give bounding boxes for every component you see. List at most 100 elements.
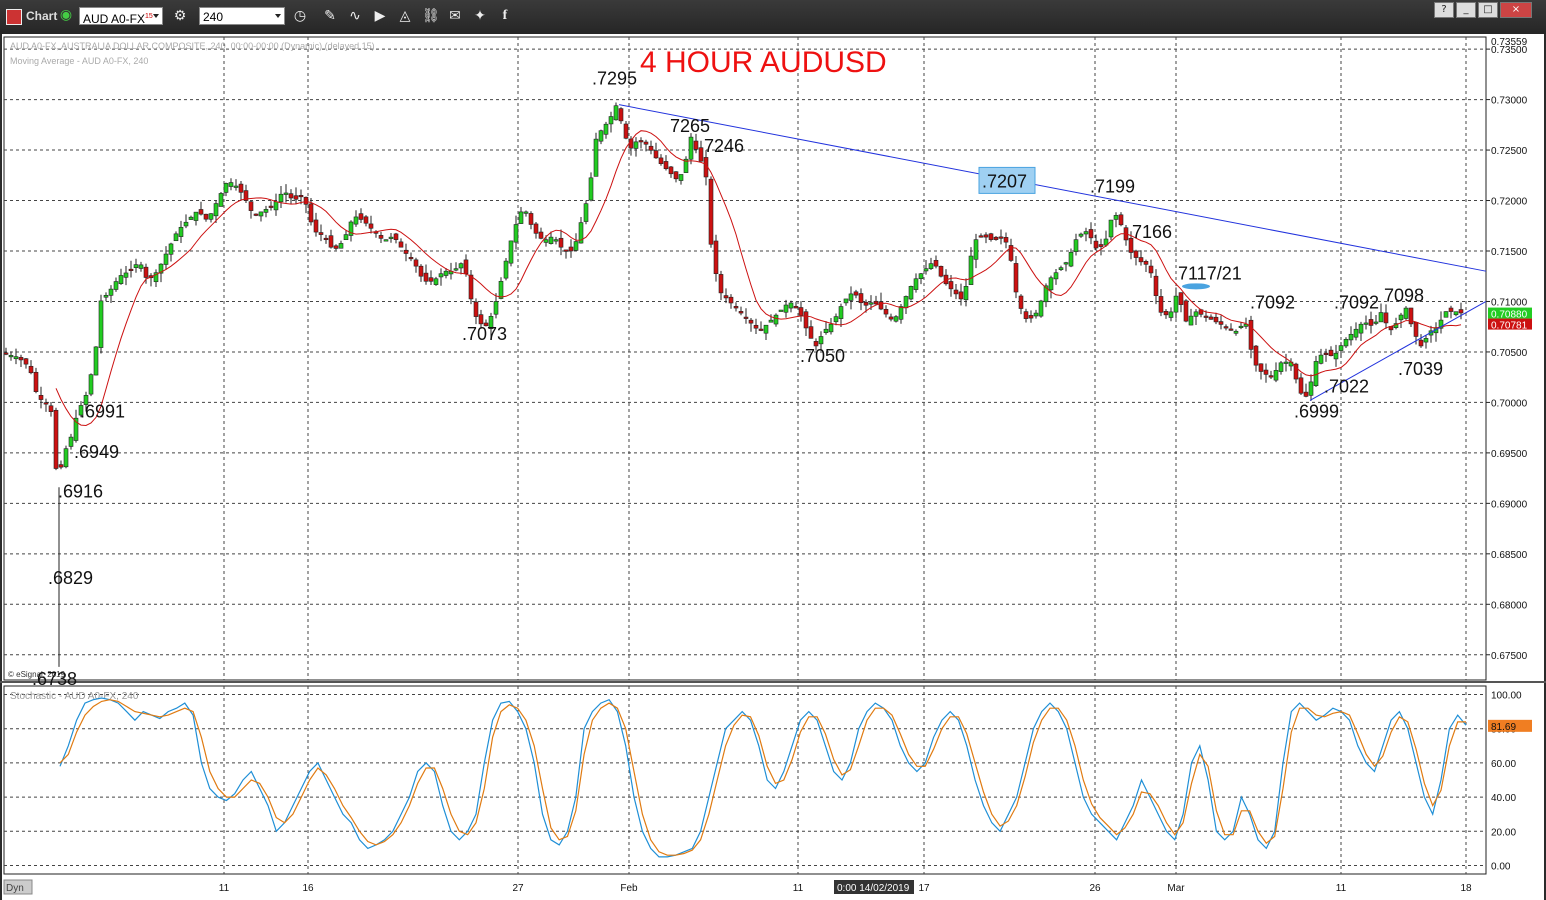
candle-body <box>88 374 94 395</box>
candle-body <box>178 226 184 237</box>
candle-body <box>1413 321 1419 337</box>
candle-body <box>808 326 814 339</box>
candle-body <box>858 293 864 304</box>
candle-body <box>563 249 569 252</box>
candle-body <box>933 260 939 267</box>
candle-body <box>748 319 754 324</box>
price-annotation: .7295 <box>592 68 637 88</box>
dyn-label: Dyn <box>6 883 24 894</box>
candle-body <box>3 352 9 355</box>
candle-body <box>123 272 129 278</box>
candle-body <box>528 213 534 225</box>
candle-body <box>733 305 739 309</box>
candle-body <box>978 235 984 238</box>
candle-body <box>638 140 644 143</box>
stoch-y-tick-label: 100.00 <box>1491 691 1522 702</box>
candle-body <box>408 257 414 260</box>
candle-body <box>918 273 924 279</box>
candle-body <box>1173 295 1179 313</box>
candle-body <box>1398 314 1404 321</box>
candle-body <box>1058 267 1064 270</box>
candle-body <box>548 236 554 244</box>
candle-body <box>973 239 979 260</box>
candle-body <box>718 274 724 294</box>
candle-body <box>783 304 789 313</box>
candle-body <box>873 300 879 305</box>
candle-body <box>238 183 244 193</box>
y-tick-label: 0.72500 <box>1491 146 1528 157</box>
chart-svg[interactable]: 11 16 27 Feb 11 17 26 Mar 11 18 0.67500 0.68000 0.68… <box>0 0 1546 900</box>
candle-body <box>518 211 524 224</box>
candle-body <box>1163 311 1169 316</box>
legend-line-1: AUD A0-FX, AUSTRALIA DOLLAR COMPOSITE, 2… <box>10 41 375 51</box>
candle-body <box>413 259 419 267</box>
candle-body <box>298 195 304 198</box>
crosshair-date-label: 0:00 14/02/2019 <box>837 883 910 894</box>
candle-body <box>768 319 774 323</box>
price-annotation: .7050 <box>800 346 845 366</box>
y-tick-label: 0.71500 <box>1491 247 1528 258</box>
x-tick-label: 11 <box>1336 883 1347 894</box>
price-annotation: .7199 <box>1090 176 1135 196</box>
candle-body <box>593 138 599 177</box>
candle-body <box>893 316 899 322</box>
candle-body <box>658 157 664 164</box>
candle-body <box>268 205 274 208</box>
price-annotation: .7022 <box>1324 376 1369 396</box>
candle-body <box>1248 319 1254 350</box>
x-tick-label: 26 <box>1089 883 1101 894</box>
candle-body <box>378 235 384 239</box>
candle-body <box>323 237 329 241</box>
stochastic-title: Stochastic - AUD A0-FX, 240 <box>10 691 139 702</box>
candle-body <box>983 234 989 238</box>
candle-body <box>633 141 639 149</box>
price-annotation: .7039 <box>1398 359 1443 379</box>
candle-body <box>18 357 24 361</box>
candle-body <box>1283 361 1289 364</box>
candle-body <box>273 201 279 211</box>
candle-body <box>63 448 69 468</box>
candle-body <box>583 203 589 222</box>
y-tick-label: 0.69000 <box>1491 499 1528 510</box>
candle-body <box>133 264 139 268</box>
candle-body <box>463 259 469 275</box>
candle-body <box>193 211 199 221</box>
candle-body <box>863 301 869 306</box>
x-tick-label: Mar <box>1167 883 1185 894</box>
candle-body <box>688 136 694 160</box>
candle-body <box>1183 300 1189 322</box>
candle-body <box>523 211 529 214</box>
candle-body <box>33 371 39 392</box>
candle-body <box>998 236 1004 239</box>
candle-body <box>443 270 449 276</box>
candle-body <box>878 301 884 310</box>
candle-body <box>1023 311 1029 319</box>
price-annotation: 7246 <box>704 136 744 156</box>
candle-body <box>613 105 619 121</box>
candle-body <box>318 232 324 235</box>
candle-body <box>953 289 959 295</box>
candle-body <box>898 306 904 320</box>
candle-body <box>313 219 319 233</box>
candle-body <box>1233 330 1239 334</box>
candle-body <box>588 177 594 201</box>
stoch-value-label: 81.69 <box>1491 722 1516 733</box>
candle-body <box>1273 370 1279 381</box>
candle-body <box>1143 261 1149 265</box>
candle-body <box>728 296 734 304</box>
price-panel <box>3 36 1487 681</box>
candle-body <box>308 203 314 223</box>
candle-body <box>1403 307 1409 319</box>
candle-body <box>1228 328 1234 331</box>
candle-body <box>503 260 509 279</box>
candle-body <box>838 306 844 319</box>
candle-body <box>1193 311 1199 317</box>
candle-body <box>218 193 224 207</box>
candle-body <box>1033 312 1039 317</box>
candle-body <box>653 150 659 159</box>
candle-body <box>53 409 59 469</box>
candle-body <box>758 328 764 331</box>
candle-body <box>1308 381 1314 396</box>
candle-body <box>573 241 579 251</box>
candle-body <box>23 358 29 365</box>
